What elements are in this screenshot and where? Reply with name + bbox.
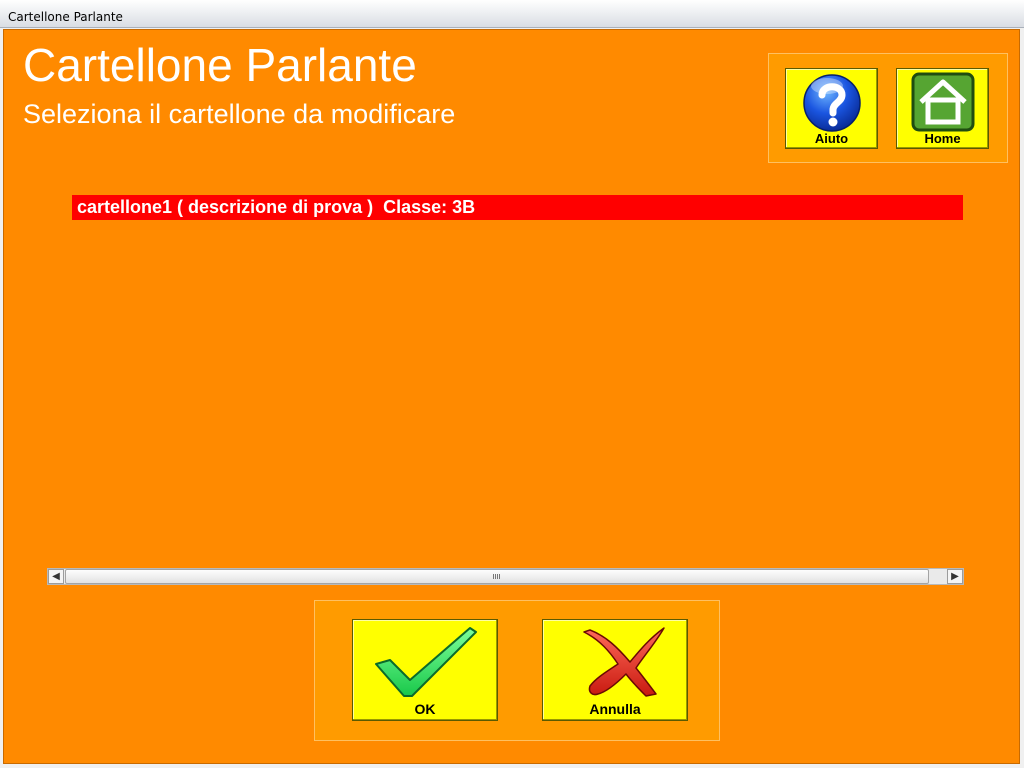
scroll-left-button[interactable]: ◀ (48, 569, 64, 584)
page-subtitle: Seleziona il cartellone da modificare (23, 99, 456, 129)
help-button[interactable]: Aiuto (785, 68, 878, 149)
home-icon (911, 72, 975, 137)
list-item[interactable]: cartellone1 ( descrizione di prova ) Cla… (72, 195, 963, 220)
question-mark-icon (800, 72, 864, 137)
home-button[interactable]: Home (896, 68, 989, 149)
checkmark-icon (370, 622, 480, 705)
window-title: Cartellone Parlante (8, 10, 123, 24)
ok-button[interactable]: OK (352, 619, 498, 721)
window-titlebar: Cartellone Parlante (0, 0, 1024, 28)
scroll-right-button[interactable]: ▶ (947, 569, 963, 584)
chevron-left-icon: ◀ (52, 571, 60, 582)
scrollbar-thumb[interactable] (65, 569, 929, 584)
cancel-button-label: Annulla (589, 701, 641, 717)
toolbar-panel: Aiuto Home (768, 53, 1008, 163)
cancel-button[interactable]: Annulla (542, 619, 688, 721)
main-window: Cartellone Parlante Seleziona il cartell… (3, 29, 1020, 764)
home-button-label: Home (924, 131, 961, 146)
chevron-right-icon: ▶ (951, 571, 959, 582)
cross-icon (560, 622, 670, 705)
horizontal-scrollbar[interactable]: ◀ ▶ (47, 568, 964, 585)
page-title: Cartellone Parlante (23, 39, 417, 91)
action-panel: OK Annulla (314, 600, 720, 741)
ok-button-label: OK (414, 701, 436, 717)
help-button-label: Aiuto (814, 131, 849, 146)
grip-icon (493, 574, 501, 579)
